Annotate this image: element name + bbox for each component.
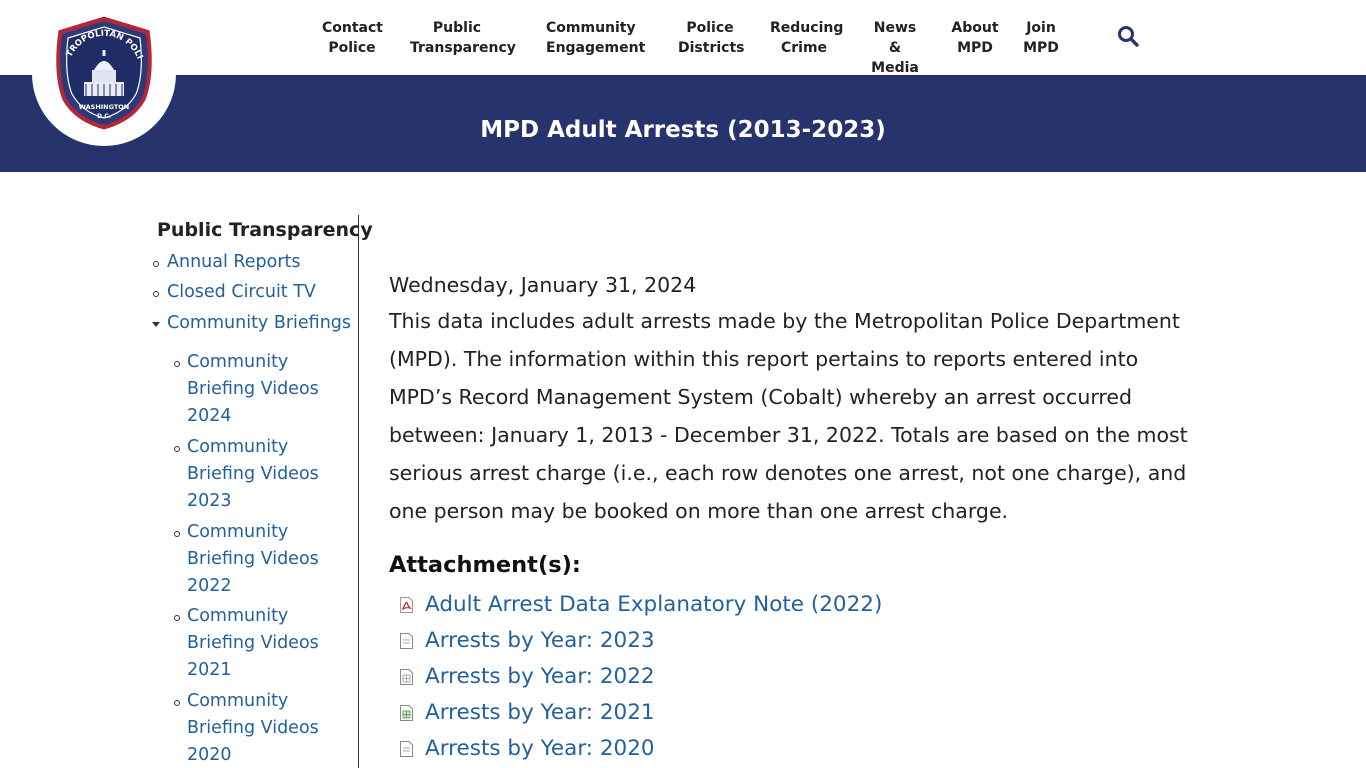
main-nav: Contact Police Public Transparency Commu… <box>0 18 1366 76</box>
subitem-label: Community <box>187 691 289 711</box>
nav-label: MPD <box>957 40 993 56</box>
bullet-icon <box>153 261 159 267</box>
subitem-label: Community <box>187 606 289 626</box>
sidebar-item-annual-reports[interactable]: Annual Reports <box>167 249 301 276</box>
description-line: This data includes adult arrests made by… <box>389 309 1180 333</box>
subitem-label: Briefing Videos <box>187 379 319 399</box>
nav-contact-police[interactable]: Contact Police <box>322 18 383 58</box>
nav-join-mpd[interactable]: Join MPD <box>1020 18 1062 58</box>
nav-community-engagement[interactable]: Community Engagement <box>546 18 646 58</box>
nav-label: Transparency <box>410 40 516 56</box>
svg-text:D.C.: D.C. <box>97 113 111 120</box>
site-header: Contact Police Public Transparency Commu… <box>0 0 1366 76</box>
subitem-label: 2022 <box>187 576 232 596</box>
subitem-label: 2021 <box>187 660 232 680</box>
document-file-icon <box>400 741 413 757</box>
subitem-label: Community <box>187 352 289 372</box>
expanded-triangle-icon[interactable] <box>152 322 160 327</box>
subitem-label: 2020 <box>187 745 232 765</box>
nav-label: Community <box>546 20 636 36</box>
svg-text:WASHINGTON: WASHINGTON <box>79 103 130 111</box>
mpd-logo[interactable]: METROPOLITAN POLICE WASHINGTON D.C. <box>32 0 176 146</box>
nav-reducing-crime[interactable]: Reducing Crime <box>770 18 844 58</box>
description-line: (MPD). The information within this repor… <box>389 347 1139 371</box>
description-line: one person may be booked on more than on… <box>389 499 1009 523</box>
nav-label: News & <box>873 20 917 56</box>
description-line: MPD’s Record Management System (Cobalt) … <box>389 385 1132 409</box>
subitem-label: Briefing Videos <box>187 464 319 484</box>
bullet-icon <box>153 291 159 297</box>
subitem-label: 2024 <box>187 406 232 426</box>
badge-icon: METROPOLITAN POLICE WASHINGTON D.C. <box>48 14 153 131</box>
nav-police-districts[interactable]: Police Districts <box>678 18 745 58</box>
attachment-link[interactable]: Arrests by Year: 2020 <box>425 732 655 766</box>
spreadsheet-file-icon <box>400 669 413 685</box>
sidebar-item-community-briefings[interactable]: Community Briefings <box>167 310 351 337</box>
bullet-icon <box>174 446 180 452</box>
sidebar-subitem-briefing-2020[interactable]: Community Briefing Videos 2020 <box>187 688 337 768</box>
nav-label: MPD <box>1023 40 1059 56</box>
nav-label: Contact <box>322 20 383 36</box>
sidebar-item-closed-circuit-tv[interactable]: Closed Circuit TV <box>167 279 316 306</box>
nav-label: Reducing <box>770 20 844 36</box>
nav-public-transparency[interactable]: Public Transparency <box>410 18 516 58</box>
sidebar-subitem-briefing-2023[interactable]: Community Briefing Videos 2023 <box>187 434 337 515</box>
sidebar-title: Public Transparency <box>157 219 373 241</box>
sidebar-nav: Public Transparency Annual Reports Close… <box>150 215 373 768</box>
subitem-label: Community <box>187 437 289 457</box>
attachment-link[interactable]: Adult Arrest Data Explanatory Note (2022… <box>425 588 882 622</box>
spreadsheet-file-icon <box>400 705 413 721</box>
description-text: This data includes adult arrests made by… <box>389 302 1189 530</box>
search-icon[interactable] <box>1116 24 1140 48</box>
nav-label: About <box>951 20 999 36</box>
nav-news-media[interactable]: News & Media <box>866 18 924 78</box>
sidebar-subitem-briefing-2024[interactable]: Community Briefing Videos 2024 <box>187 349 337 430</box>
document-file-icon <box>400 633 413 649</box>
bullet-icon <box>174 615 180 621</box>
nav-label: Crime <box>780 40 828 56</box>
attachment-link[interactable]: Arrests by Year: 2021 <box>425 696 655 730</box>
publish-date: Wednesday, January 31, 2024 <box>389 273 697 297</box>
subitem-label: Community <box>187 522 289 542</box>
description-line: serious arrest charge (i.e., each row de… <box>389 461 1187 485</box>
bullet-icon <box>174 531 180 537</box>
bullet-icon <box>174 361 180 367</box>
pdf-file-icon <box>400 597 413 613</box>
attachment-link[interactable]: Arrests by Year: 2023 <box>425 624 655 658</box>
sidebar-subitem-briefing-2022[interactable]: Community Briefing Videos 2022 <box>187 519 337 600</box>
page-title: MPD Adult Arrests (2013-2023) <box>480 117 886 143</box>
nav-label: Districts <box>678 40 745 56</box>
nav-label: Police <box>328 40 376 56</box>
nav-label: Public <box>432 20 482 36</box>
subitem-label: Briefing Videos <box>187 633 319 653</box>
sidebar-subitem-briefing-2021[interactable]: Community Briefing Videos 2021 <box>187 603 337 684</box>
attachments-heading: Attachment(s): <box>389 552 581 578</box>
nav-label: Police <box>686 20 734 36</box>
page-banner: MPD Adult Arrests (2013-2023) <box>0 75 1366 172</box>
subitem-label: Briefing Videos <box>187 718 319 738</box>
subitem-label: 2023 <box>187 491 232 511</box>
attachment-link[interactable]: Arrests by Year: 2022 <box>425 660 655 694</box>
main-content: Wednesday, January 31, 2024 This data in… <box>389 268 1189 530</box>
subitem-label: Briefing Videos <box>187 549 319 569</box>
nav-about-mpd[interactable]: About MPD <box>950 18 1000 58</box>
nav-label: Engagement <box>546 40 646 56</box>
nav-label: Join <box>1026 20 1056 36</box>
bullet-icon <box>174 700 180 706</box>
description-line: between: January 1, 2013 - December 31, … <box>389 423 1188 447</box>
